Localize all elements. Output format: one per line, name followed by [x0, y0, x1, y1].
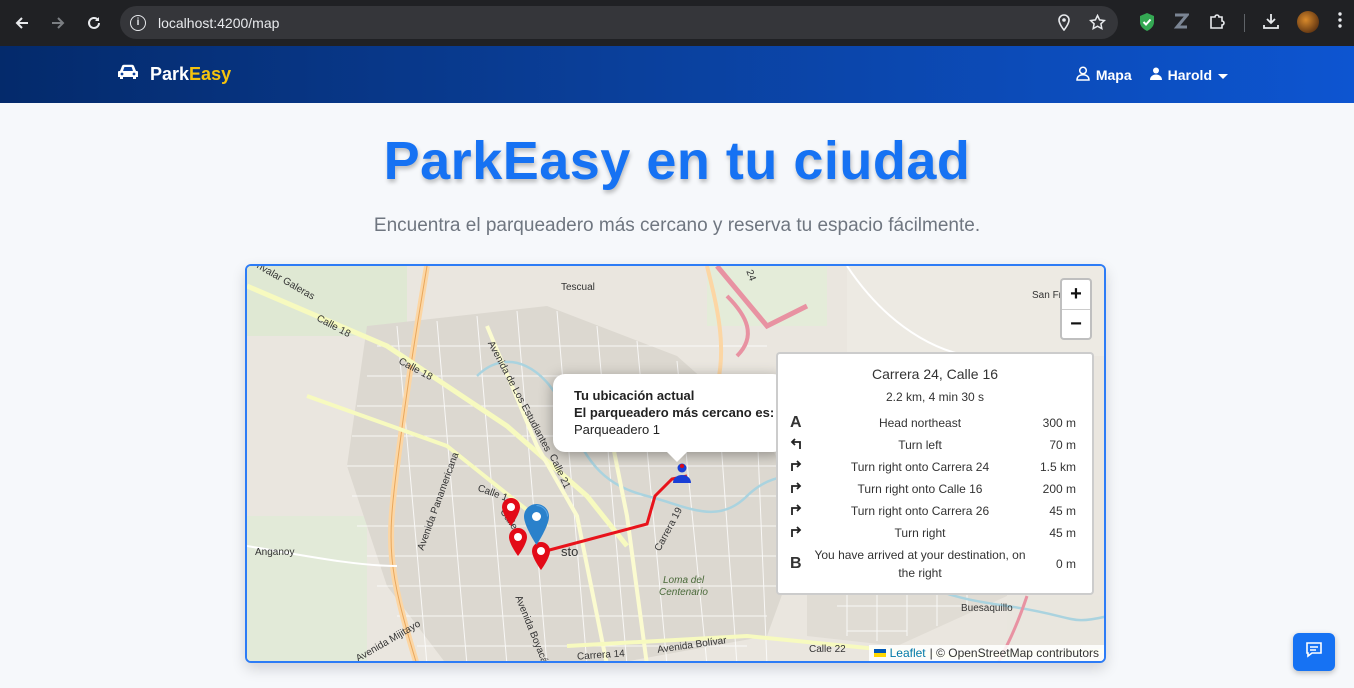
- app-navbar: ParkEasy Mapa Harold: [0, 46, 1354, 103]
- route-step[interactable]: B You have arrived at your destination, …: [790, 544, 1080, 584]
- route-title: Carrera 24, Calle 16: [871, 366, 999, 382]
- kebab-menu-icon[interactable]: [1338, 12, 1342, 28]
- osm-attribution: | © OpenStreetMap contributors: [929, 646, 1099, 660]
- route-step-distance: 70 m: [1049, 438, 1076, 452]
- parking-marker[interactable]: [501, 498, 521, 531]
- user-name: Harold: [1167, 67, 1212, 83]
- turn-right-icon: [790, 522, 812, 544]
- chat-icon: [1305, 641, 1323, 663]
- car-icon: [116, 63, 140, 86]
- turn-right-icon: [790, 478, 812, 500]
- route-step-distance: 45 m: [1049, 526, 1076, 540]
- map-label-calle-22: Calle 22: [809, 644, 846, 655]
- nav-link-map-label: Mapa: [1095, 67, 1132, 83]
- turn-right-icon: [790, 456, 812, 478]
- route-step-text: Turn left: [898, 438, 942, 452]
- brand-name-easy: Easy: [189, 64, 232, 84]
- route-step-distance: 200 m: [1042, 482, 1076, 496]
- address-bar[interactable]: i localhost:4200/map: [120, 6, 1118, 39]
- brand-name-park: Park: [150, 64, 190, 84]
- map-marker-icon[interactable]: [524, 504, 549, 550]
- start-icon: A: [790, 414, 802, 431]
- avatar[interactable]: [1297, 11, 1319, 33]
- download-icon[interactable]: [1262, 12, 1280, 30]
- brand-link[interactable]: ParkEasy: [116, 63, 231, 86]
- route-step-text: Head northeast: [878, 416, 962, 430]
- zoom-in-button[interactable]: +: [1062, 280, 1090, 309]
- route-summary: 2.2 km, 4 min 30 s: [885, 390, 985, 404]
- route-step-text: Turn right onto Calle 16: [857, 482, 983, 496]
- popup-parking-name: Parqueadero 1: [574, 422, 661, 437]
- map-container[interactable]: Tescual San Fra nvalar Galeras Calle 18 …: [245, 264, 1106, 663]
- route-steps: A Head northeast 300 m Turn left 70 m Tu…: [790, 412, 1080, 584]
- route-step-distance: 300 m: [1042, 416, 1076, 430]
- destination-icon: B: [790, 555, 802, 572]
- route-step[interactable]: Turn right onto Carrera 26 45 m: [790, 500, 1080, 522]
- route-step[interactable]: Turn left 70 m: [790, 434, 1080, 456]
- route-step[interactable]: Turn right onto Carrera 24 1.5 km: [790, 456, 1080, 478]
- nav-link-map[interactable]: Mapa: [1076, 66, 1132, 84]
- route-step-text: You have arrived at your destination, on…: [814, 548, 1026, 580]
- route-step-text: Turn right: [894, 526, 946, 540]
- back-icon[interactable]: [4, 5, 40, 41]
- leaflet-link[interactable]: Leaflet: [890, 646, 926, 660]
- route-step-text: Turn right onto Carrera 24: [850, 460, 990, 474]
- current-location-marker[interactable]: [671, 462, 693, 489]
- route-step-distance: 45 m: [1049, 504, 1076, 518]
- map-label-tescual: Tescual: [561, 282, 595, 293]
- map-label-anganoy: Anganoy: [255, 547, 295, 558]
- map-label-buesaquillo: Buesaquillo: [961, 603, 1013, 614]
- route-step[interactable]: Turn right onto Calle 16 200 m: [790, 478, 1080, 500]
- map-label-loma: Loma del: [663, 575, 705, 586]
- reload-icon[interactable]: [76, 5, 112, 41]
- route-step-distance: 1.5 km: [1039, 460, 1076, 474]
- forward-icon[interactable]: [40, 5, 76, 41]
- user-dropdown[interactable]: Harold: [1149, 67, 1228, 83]
- route-step[interactable]: A Head northeast 300 m: [790, 412, 1080, 434]
- popup-subtitle: El parqueadero más cercano es:: [574, 405, 775, 420]
- toolbar-divider: [1244, 14, 1245, 32]
- location-popup: Tu ubicación actual El parqueadero más c…: [553, 374, 785, 452]
- zoom-out-button[interactable]: −: [1062, 309, 1090, 338]
- shield-extension-icon[interactable]: [1138, 12, 1156, 32]
- chat-button[interactable]: [1293, 633, 1335, 671]
- star-icon[interactable]: [1088, 13, 1107, 36]
- popup-tip: [665, 450, 689, 462]
- caret-down-icon: [1218, 67, 1228, 83]
- turn-right-icon: [790, 500, 812, 522]
- puzzle-icon[interactable]: [1208, 12, 1226, 30]
- z-extension-icon[interactable]: [1173, 12, 1189, 30]
- user-icon: [1149, 67, 1162, 83]
- turn-left-icon: [790, 434, 812, 456]
- page-subtitle: Encuentra el parqueadero más cercano y r…: [373, 215, 981, 236]
- zoom-control: + −: [1060, 278, 1092, 340]
- map-label-centenario: Centenario: [659, 587, 708, 598]
- routing-panel[interactable]: Carrera 24, Calle 16 2.2 km, 4 min 30 s …: [776, 352, 1094, 595]
- ukraine-flag-icon: [873, 646, 886, 660]
- popup-title: Tu ubicación actual: [574, 388, 695, 403]
- map-label-pasto: sto: [561, 544, 579, 559]
- browser-toolbar: i localhost:4200/map: [0, 0, 1354, 46]
- route-step[interactable]: Turn right 45 m: [790, 522, 1080, 544]
- route-step-text: Turn right onto Carrera 26: [850, 504, 990, 518]
- url-text: localhost:4200/map: [158, 14, 280, 31]
- info-icon[interactable]: i: [130, 14, 146, 31]
- user-outline-icon: [1076, 66, 1090, 84]
- page-title: ParkEasy en tu ciudad: [383, 131, 971, 191]
- map-attribution: Leaflet | © OpenStreetMap contributors: [868, 645, 1104, 661]
- route-step-distance: 0 m: [1055, 557, 1076, 571]
- location-icon[interactable]: [1057, 14, 1071, 36]
